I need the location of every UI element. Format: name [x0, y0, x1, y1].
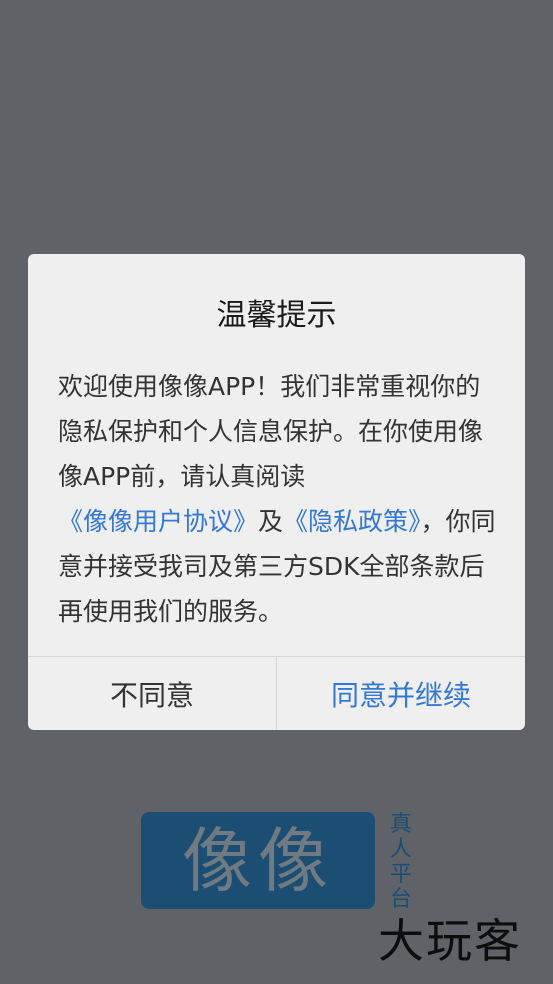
agree-continue-button[interactable]: 同意并继续 — [277, 657, 525, 730]
dialog-button-row: 不同意 同意并继续 — [28, 656, 525, 730]
logo-text: 像像 — [182, 819, 334, 902]
user-agreement-link[interactable]: 《像像用户协议》 — [58, 507, 258, 536]
logo-subtitle: 真人平台 — [389, 812, 412, 912]
and-text: 及 — [258, 507, 284, 536]
privacy-dialog: 温馨提示 欢迎使用像像APP！我们非常重视你的隐私保护和个人信息保护。在你使用像… — [28, 254, 525, 730]
watermark: 大玩客 — [378, 914, 522, 968]
dialog-body: 欢迎使用像像APP！我们非常重视你的隐私保护和个人信息保护。在你使用像像APP前… — [58, 364, 498, 634]
splash-logo: 像像 真人平台 — [141, 812, 421, 922]
disagree-button[interactable]: 不同意 — [28, 657, 277, 730]
body-text-part1: 欢迎使用像像APP！我们非常重视你的隐私保护和个人信息保护。在你使用像像APP前… — [58, 372, 484, 491]
logo-box: 像像 — [141, 812, 375, 909]
privacy-policy-link[interactable]: 《隐私政策》 — [283, 507, 421, 536]
dialog-title: 温馨提示 — [216, 298, 337, 333]
